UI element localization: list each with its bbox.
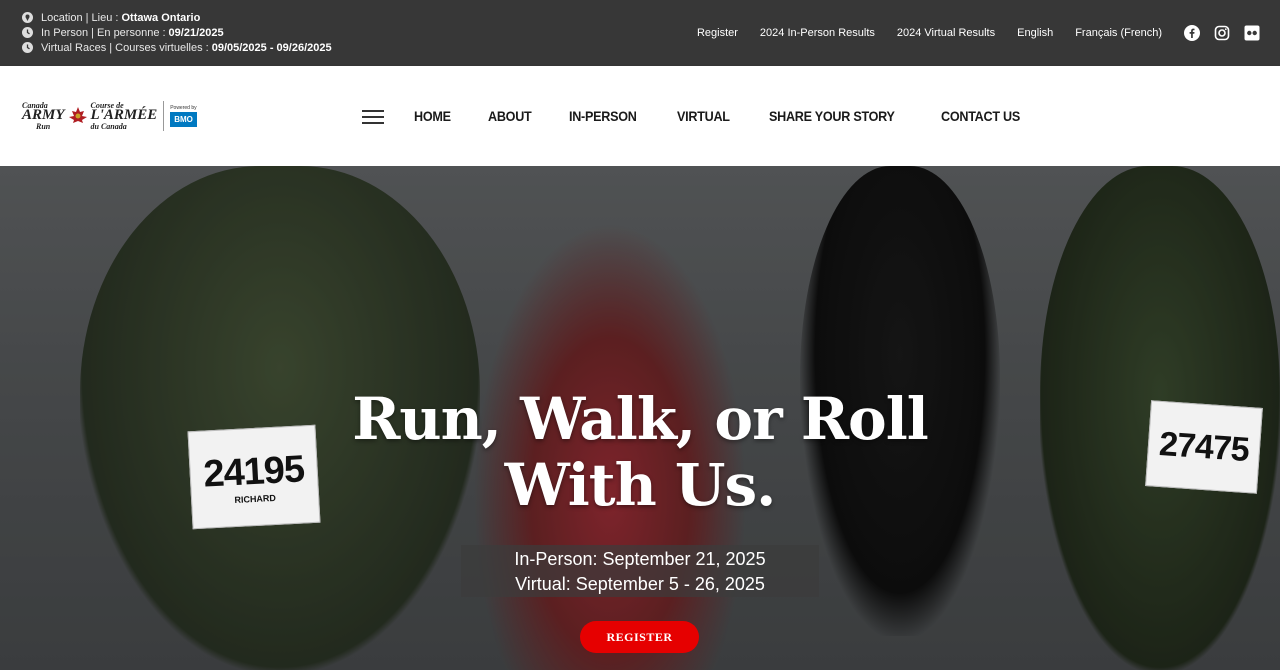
english-link[interactable]: English [1017,27,1053,39]
army-run-logo: Canada ARMY Run [22,101,65,131]
hamburger-menu-icon[interactable] [362,110,384,124]
virtual-date-text: Virtual: September 5 - 26, 2025 [515,574,765,594]
nav-virtual[interactable]: VIRTUAL [677,108,730,124]
clock-icon [22,42,33,53]
hero-title-line2: With Us. [504,451,777,519]
top-links: Register 2024 In-Person Results 2024 Vir… [697,0,1280,66]
nav-about[interactable]: ABOUT [488,108,532,124]
french-link[interactable]: Français (French) [1075,27,1162,39]
location-label: Location | Lieu : [41,11,119,24]
clock-icon [22,27,33,38]
logo-canada-fr-text: du Canada [90,121,127,131]
nav-share-your-story[interactable]: SHARE YOUR STORY [769,108,895,124]
location-pin-icon [22,12,33,23]
inperson-value: 09/21/2025 [168,26,224,39]
hero-title-line1: Run, Walk, or Roll [352,385,929,453]
facebook-icon[interactable] [1184,25,1200,41]
nav-home[interactable]: HOME [414,108,451,124]
event-info: Location | Lieu : Ottawa Ontario In Pers… [22,10,332,55]
bmo-badge: BMO [170,112,197,127]
virtual-row: Virtual Races | Courses virtuelles : 09/… [22,40,332,55]
location-value: Ottawa Ontario [121,11,201,24]
logo-armee-text: L'ARMÉE [90,107,158,124]
logo-army-text: ARMY [22,107,65,124]
maple-leaf-icon [67,106,89,126]
site-logo[interactable]: Canada ARMY Run Course de L'ARMÉE du Can… [22,98,212,134]
inperson-date-text: In-Person: September 21, 2025 [514,549,766,569]
hero-headline: Run, Walk, or Roll With Us. [0,386,1280,518]
event-dates-box: In-Person: September 21, 2025 Virtual: S… [461,545,819,597]
register-button[interactable]: REGISTER [580,621,699,653]
logo-divider [163,101,165,131]
inperson-label: In Person | En personne : [41,26,166,39]
instagram-icon[interactable] [1214,25,1230,41]
location-row: Location | Lieu : Ottawa Ontario [22,10,332,25]
bmo-logo: Powered by BMO [170,105,197,127]
inperson-row: In Person | En personne : 09/21/2025 [22,25,332,40]
nav-contact-us[interactable]: CONTACT US [941,108,1020,124]
flickr-icon[interactable] [1244,25,1260,41]
course-armee-logo: Course de L'ARMÉE du Canada [90,101,158,131]
virtual-label: Virtual Races | Courses virtuelles : [41,41,209,54]
main-menu: HOME ABOUT IN-PERSON VIRTUAL SHARE YOUR … [414,66,1062,166]
hero-banner: 24195 RICHARD 27475 Run, Walk, or Roll W… [0,166,1280,670]
top-info-bar: Location | Lieu : Ottawa Ontario In Pers… [0,0,1280,66]
nav-in-person[interactable]: IN-PERSON [569,108,637,124]
register-link[interactable]: Register [697,27,738,39]
inperson-results-link[interactable]: 2024 In-Person Results [760,27,875,39]
virtual-results-link[interactable]: 2024 Virtual Results [897,27,995,39]
logo-run-text: Run [36,121,51,131]
virtual-value: 09/05/2025 - 09/26/2025 [211,41,332,54]
main-navbar: Canada ARMY Run Course de L'ARMÉE du Can… [0,66,1280,166]
powered-by-text: Powered by [170,105,197,111]
social-links [1170,25,1260,41]
